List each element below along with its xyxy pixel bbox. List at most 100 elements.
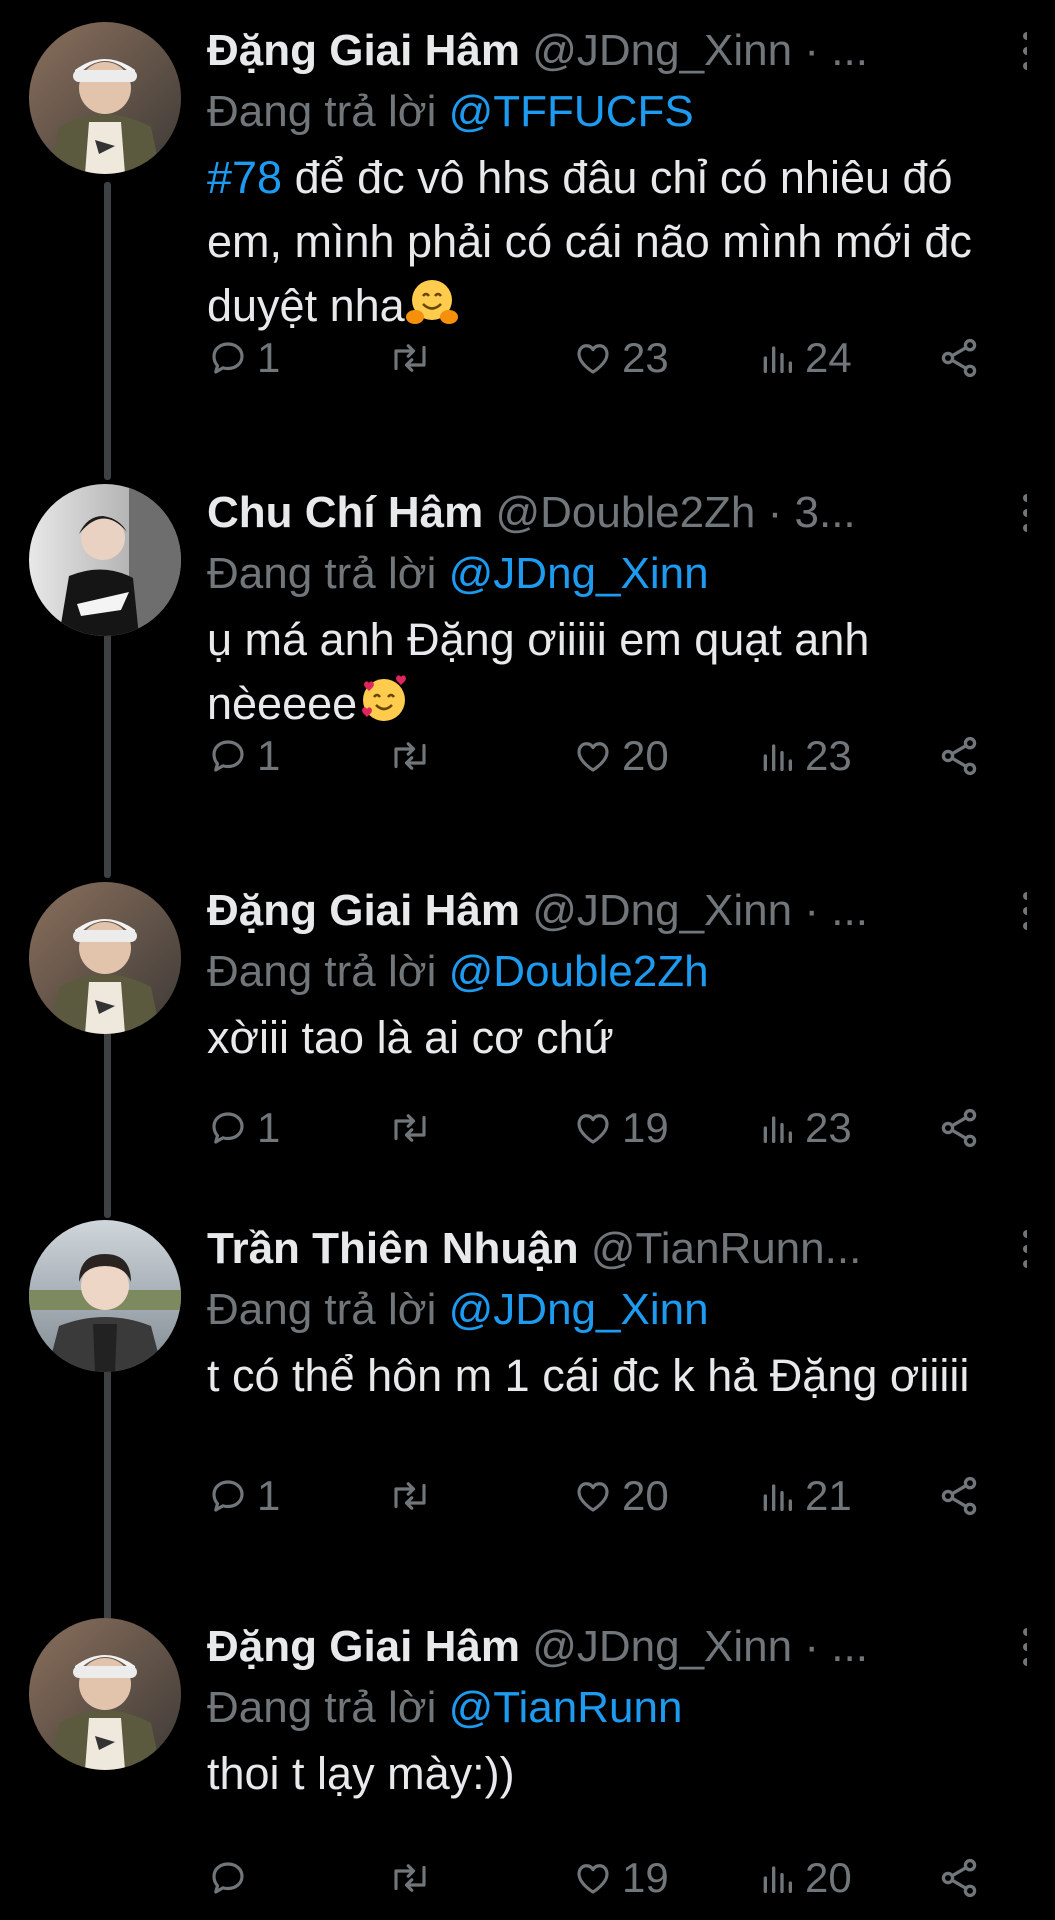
smiling-face-with-hearts-icon <box>362 675 407 721</box>
avatar[interactable] <box>29 22 181 174</box>
views-button[interactable]: 21 <box>757 1466 852 1526</box>
retweet-button[interactable] <box>387 1466 441 1526</box>
reply-to-mention[interactable]: @JDng_Xinn <box>449 549 709 598</box>
more-options-button[interactable] <box>1007 22 1027 80</box>
share-button[interactable] <box>937 1098 981 1158</box>
tweet-text: xờiii tao là ai cơ chứ <box>207 1006 1027 1070</box>
reply-button[interactable] <box>207 1848 257 1908</box>
hugging-face-icon <box>405 280 458 324</box>
separator-dot: · <box>804 1622 820 1671</box>
views-button[interactable]: 20 <box>757 1848 852 1908</box>
views-button[interactable]: 24 <box>757 328 852 388</box>
tweet-text: t có thể hôn m 1 cái đc k hả Đặng ơiiiii <box>207 1344 1027 1408</box>
reply-count: 1 <box>257 732 281 779</box>
share-icon <box>941 736 977 776</box>
share-button[interactable] <box>937 1466 981 1526</box>
like-button[interactable]: 19 <box>572 1098 669 1158</box>
hashtag-link[interactable]: #78 <box>207 152 282 203</box>
share-button[interactable] <box>937 1848 981 1908</box>
tweet-actions: 1 20 21 <box>207 1466 987 1526</box>
views-icon <box>763 1866 792 1893</box>
more-options-button[interactable] <box>1007 484 1027 542</box>
retweet-icon <box>394 344 426 372</box>
author-handle[interactable]: @JDng_Xinn <box>532 886 792 935</box>
more-options-button[interactable] <box>1007 1618 1027 1676</box>
like-count: 19 <box>622 1104 669 1151</box>
like-count: 23 <box>622 334 669 381</box>
avatar[interactable] <box>29 882 181 1034</box>
retweet-button[interactable] <box>387 328 441 388</box>
more-options-button[interactable] <box>1007 882 1027 940</box>
reply-button[interactable]: 1 <box>207 726 280 786</box>
like-button[interactable]: 23 <box>572 328 669 388</box>
view-count: 24 <box>805 334 852 381</box>
tweet-actions: 1 23 24 <box>207 328 987 388</box>
reply-button[interactable]: 1 <box>207 1098 280 1158</box>
view-count: 23 <box>805 1104 852 1151</box>
author-handle[interactable]: @JDng_Xinn <box>532 1622 792 1671</box>
share-icon <box>941 338 977 378</box>
reply-to-mention[interactable]: @JDng_Xinn <box>449 1285 709 1334</box>
tweet-actions: 19 20 <box>207 1848 987 1908</box>
views-button[interactable]: 23 <box>757 1098 852 1158</box>
author-handle[interactable]: @Double2Zh <box>495 488 755 537</box>
share-icon <box>941 1476 977 1516</box>
timestamp[interactable]: 3... <box>795 488 856 537</box>
share-icon <box>941 1858 977 1898</box>
retweet-button[interactable] <box>387 1848 441 1908</box>
tweet-body: ụ má anh Đặng ơiiiii em quạt anh nèeeee <box>207 614 870 729</box>
views-icon <box>763 346 792 373</box>
views-button[interactable]: 23 <box>757 726 852 786</box>
more-options-button[interactable] <box>1007 1220 1027 1278</box>
replying-to-label: Đang trả lời <box>207 1683 437 1732</box>
timestamp[interactable]: ... <box>831 886 868 935</box>
retweet-icon <box>394 1482 426 1510</box>
tweet-text: thoi t lạy mày:)) <box>207 1742 1027 1806</box>
author-handle[interactable]: @JDng_Xinn <box>532 26 792 75</box>
share-button[interactable] <box>937 328 981 388</box>
author-handle[interactable]: @TianRunn... <box>591 1224 862 1273</box>
reply-button[interactable]: 1 <box>207 328 280 388</box>
reply-count: 1 <box>257 334 281 381</box>
tweet-body: thoi t lạy mày:)) <box>207 1748 515 1799</box>
timestamp[interactable]: ... <box>831 1622 868 1671</box>
retweet-icon <box>394 1864 426 1892</box>
share-button[interactable] <box>937 726 981 786</box>
like-button[interactable]: 20 <box>572 1466 669 1526</box>
like-button[interactable]: 20 <box>572 726 669 786</box>
reply-icon <box>212 1112 244 1144</box>
reply-to-mention[interactable]: @Double2Zh <box>449 947 709 996</box>
heart-icon <box>577 344 609 374</box>
reply-to-mention[interactable]: @TianRunn <box>449 1683 683 1732</box>
timestamp[interactable]: ... <box>831 26 868 75</box>
separator-dot: · <box>767 488 783 537</box>
like-button[interactable]: 19 <box>572 1848 669 1908</box>
avatar[interactable] <box>29 1220 181 1372</box>
reply-to-mention[interactable]: @TFFUCFS <box>449 87 694 136</box>
reply-count: 1 <box>257 1104 281 1151</box>
tweet-text: ụ má anh Đặng ơiiiii em quạt anh nèeeee <box>207 608 1027 736</box>
heart-icon <box>577 742 609 772</box>
tweet-actions: 1 20 23 <box>207 726 987 786</box>
view-count: 23 <box>805 732 852 779</box>
avatar[interactable] <box>29 1618 181 1770</box>
separator-dot: · <box>804 886 820 935</box>
retweet-button[interactable] <box>387 726 441 786</box>
author-name[interactable]: Đặng Giai Hâm <box>207 886 520 935</box>
author-name[interactable]: Đặng Giai Hâm <box>207 1622 520 1671</box>
reply-icon <box>212 1862 244 1894</box>
replying-to-label: Đang trả lời <box>207 549 437 598</box>
tweet-body: xờiii tao là ai cơ chứ <box>207 1012 614 1063</box>
author-name[interactable]: Chu Chí Hâm <box>207 488 483 537</box>
author-name[interactable]: Trần Thiên Nhuận <box>207 1224 579 1273</box>
author-name[interactable]: Đặng Giai Hâm <box>207 26 520 75</box>
share-icon <box>941 1108 977 1148</box>
avatar[interactable] <box>29 484 181 636</box>
reply-icon <box>212 740 244 772</box>
like-count: 19 <box>622 1854 669 1901</box>
reply-button[interactable]: 1 <box>207 1466 280 1526</box>
retweet-button[interactable] <box>387 1098 441 1158</box>
reply-count: 1 <box>257 1472 281 1519</box>
views-icon <box>763 1484 792 1511</box>
reply-icon <box>212 1480 244 1512</box>
